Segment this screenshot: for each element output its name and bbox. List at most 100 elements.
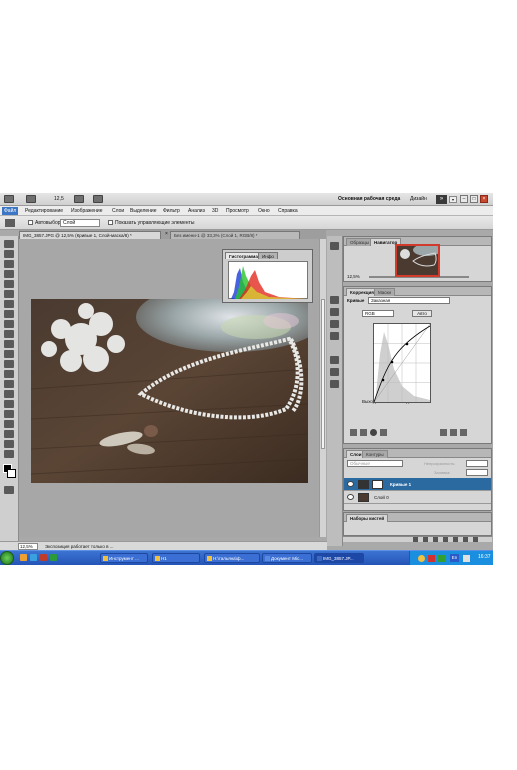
preset-dropdown[interactable]: Заказная — [368, 297, 450, 304]
layer-row[interactable]: Слой 0 — [344, 491, 491, 504]
channel-dropdown[interactable]: RGB — [362, 310, 394, 317]
blur-tool-icon[interactable] — [4, 360, 14, 368]
taskbar-item-active[interactable]: IMG_3857.JP... — [314, 553, 364, 563]
crop-tool-icon[interactable] — [4, 280, 14, 288]
history-panel-icon[interactable] — [330, 242, 339, 250]
swatches-panel-icon[interactable] — [330, 308, 339, 316]
curves-graph[interactable] — [373, 323, 431, 403]
smooth-curve-icon[interactable] — [330, 380, 339, 388]
menu-view[interactable]: Просмотр — [226, 208, 249, 214]
3d-rotate-tool-icon[interactable] — [4, 420, 14, 428]
delete-adjustment-icon[interactable] — [460, 429, 467, 436]
curve-point-tool-icon[interactable] — [330, 356, 339, 364]
tab-histogram[interactable]: Гистограмма — [225, 252, 262, 259]
gradient-tool-icon[interactable] — [4, 350, 14, 358]
workspace-label[interactable]: Основная рабочая среда — [334, 195, 406, 204]
menu-filter[interactable]: Фильтр — [163, 208, 180, 214]
autoselect-dropdown[interactable]: Слой — [60, 219, 100, 227]
menu-edit[interactable]: Редактирование — [25, 208, 63, 214]
taskbar-item[interactable]: Документ Mic... — [262, 553, 312, 563]
tab-untitled-1[interactable]: Без имени-1 @ 33,3% (Слой 1, RGB/8) * — [170, 231, 300, 239]
quicklaunch-icon[interactable] — [50, 554, 57, 561]
styles-panel-icon[interactable] — [330, 320, 339, 328]
quick-select-tool-icon[interactable] — [4, 270, 14, 278]
tab-swatches[interactable]: Образцы — [346, 238, 373, 246]
fill-field[interactable] — [466, 469, 488, 476]
autoselect-checkbox[interactable] — [28, 220, 33, 225]
expand-view-icon[interactable] — [360, 429, 367, 436]
layer-name[interactable]: Кривые 1 — [390, 478, 411, 491]
language-indicator[interactable]: En — [450, 554, 459, 562]
menu-file[interactable]: Файл — [2, 207, 19, 215]
menu-analysis[interactable]: Анализ — [188, 208, 205, 214]
dodge-tool-icon[interactable] — [4, 370, 14, 378]
visibility-eye-icon[interactable] — [347, 481, 354, 487]
antivirus-icon[interactable] — [428, 555, 435, 562]
menu-image[interactable]: Изображение — [71, 208, 103, 214]
tray-icon[interactable] — [418, 555, 425, 562]
quicklaunch-icon[interactable] — [20, 554, 27, 561]
type-tool-icon[interactable] — [4, 390, 14, 398]
menu-select[interactable]: Выделение — [130, 208, 157, 214]
scroll-thumb[interactable] — [321, 299, 325, 449]
tab-brush-presets[interactable]: Наборы кистей — [346, 514, 389, 522]
move-tool-preset-icon[interactable] — [5, 219, 15, 227]
taskbar-item[interactable]: Н1 — [152, 553, 200, 563]
lasso-tool-icon[interactable] — [4, 260, 14, 268]
document-photo[interactable] — [31, 299, 308, 483]
eyedropper-tool-icon[interactable] — [4, 290, 14, 298]
opacity-field[interactable] — [466, 460, 488, 467]
eraser-tool-icon[interactable] — [4, 340, 14, 348]
bridge-icon[interactable] — [4, 195, 14, 203]
marquee-tool-icon[interactable] — [4, 250, 14, 258]
taskbar-item[interactable]: Инструмент ... — [100, 553, 148, 563]
menu-3d[interactable]: 3D — [212, 208, 218, 214]
arrange-documents-icon[interactable] — [74, 195, 84, 203]
minimize-button[interactable]: – — [460, 195, 468, 203]
blend-mode-dropdown[interactable]: Обычные — [347, 460, 403, 467]
healing-brush-tool-icon[interactable] — [4, 300, 14, 308]
tab-img-3857[interactable]: IMG_3857.JPG @ 12,5% (Кривые 1, Слой-мас… — [19, 231, 161, 239]
quicklaunch-icon[interactable] — [40, 554, 47, 561]
shape-tool-icon[interactable] — [4, 410, 14, 418]
visibility-icon[interactable] — [380, 429, 387, 436]
start-button[interactable] — [0, 551, 14, 565]
zoom-tool-icon[interactable] — [4, 450, 14, 458]
maximize-button[interactable]: □ — [470, 195, 478, 203]
menu-layers[interactable]: Слои — [112, 208, 124, 214]
view-previous-icon[interactable] — [440, 429, 447, 436]
vertical-scrollbar[interactable] — [319, 239, 326, 537]
tab-close-icon[interactable]: × — [165, 231, 168, 237]
brush-panel-icon[interactable] — [330, 332, 339, 340]
more-workspaces-button[interactable]: » — [436, 195, 447, 204]
pencil-curve-tool-icon[interactable] — [330, 368, 339, 376]
navigator-zoom[interactable]: 12,5% — [347, 274, 360, 279]
zoom-level[interactable]: 12,5 — [54, 196, 64, 202]
hand-tool-icon[interactable] — [4, 440, 14, 448]
taskbar-item[interactable]: Н:\тальяна\ф... — [204, 553, 260, 563]
clone-stamp-tool-icon[interactable] — [4, 320, 14, 328]
menu-window[interactable]: Окно — [258, 208, 270, 214]
auto-button[interactable]: Авто — [412, 310, 432, 317]
brush-tool-icon[interactable] — [4, 310, 14, 318]
history-brush-tool-icon[interactable] — [4, 330, 14, 338]
visibility-eye-icon[interactable] — [347, 494, 354, 500]
pen-tool-icon[interactable] — [4, 380, 14, 388]
clock[interactable]: 16:37 — [478, 554, 491, 560]
screen-mode-icon[interactable] — [93, 195, 103, 203]
layer-row[interactable]: Кривые 1 — [344, 478, 491, 491]
clip-layer-icon[interactable] — [370, 429, 377, 436]
network-icon[interactable] — [438, 555, 445, 562]
reset-icon[interactable] — [450, 429, 457, 436]
design-workspace[interactable]: Дизайн — [410, 195, 427, 204]
view-extras-icon[interactable] — [26, 195, 36, 203]
layer-mask-thumbnail[interactable] — [372, 480, 383, 489]
move-tool-icon[interactable] — [4, 240, 14, 248]
tab-paths[interactable]: Контуры — [362, 450, 388, 458]
workspace-dropdown-icon[interactable]: ▾ — [449, 196, 457, 203]
quicklaunch-icon[interactable] — [30, 554, 37, 561]
tab-info[interactable]: Инфо — [258, 252, 278, 259]
background-color-swatch[interactable] — [7, 469, 16, 478]
tab-masks[interactable]: Маски — [374, 288, 396, 296]
layer-actions-icons[interactable] — [413, 537, 483, 542]
